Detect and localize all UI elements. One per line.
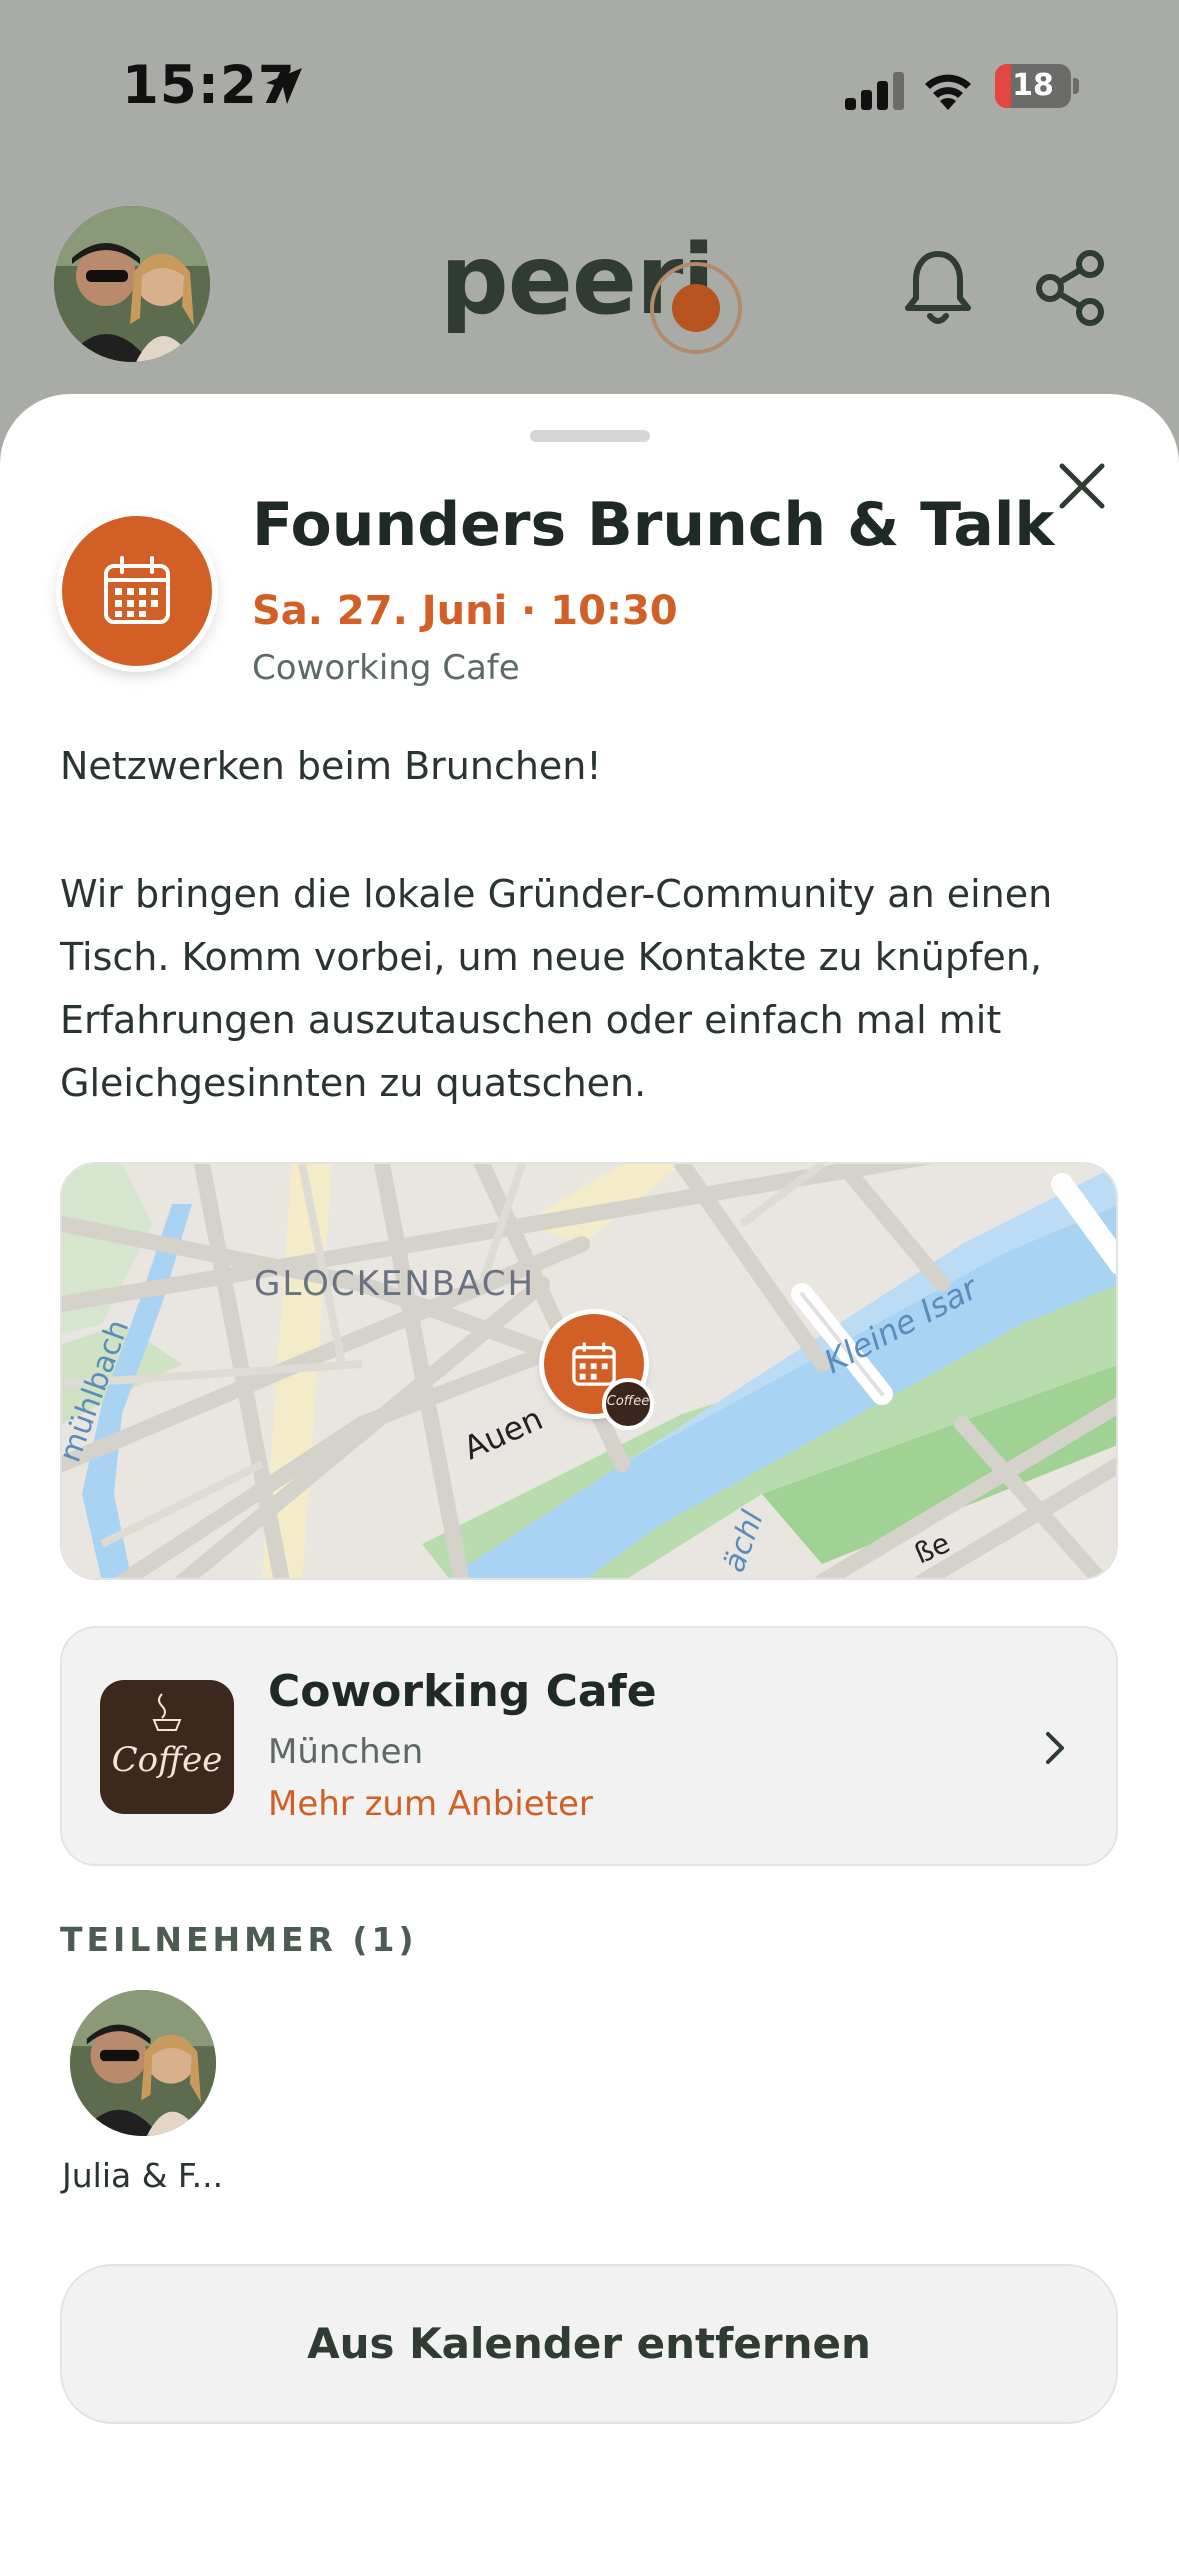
- event-description-line: Netzwerken beim Brunchen!: [60, 744, 602, 788]
- battery-percentage: 18: [1012, 68, 1054, 103]
- remove-from-calendar-label: Aus Kalender entfernen: [307, 2319, 871, 2368]
- close-icon[interactable]: [1054, 458, 1110, 514]
- screen: 15:27 18 peeri Founders Brunch & Talk Sa…: [0, 0, 1179, 2556]
- calendar-icon: [104, 556, 170, 624]
- logo-dot: [650, 262, 742, 354]
- battery-low-icon: 18: [995, 64, 1079, 108]
- event-date: Sa. 27. Juni · 10:30: [252, 588, 678, 634]
- location-arrow-icon: [266, 68, 302, 104]
- provider-card[interactable]: Coffee Coworking Cafe München Mehr zum A…: [60, 1626, 1118, 1866]
- provider-logo-text: Coffee: [111, 1740, 223, 1780]
- coffee-cup-icon: [152, 1693, 182, 1731]
- avatar-photo: [54, 206, 210, 362]
- provider-city: München: [268, 1732, 424, 1772]
- provider-logo: Coffee: [100, 1680, 234, 1814]
- avatar: [70, 1990, 216, 2136]
- map-district-label: GLOCKENBACH: [254, 1264, 536, 1304]
- profile-avatar[interactable]: [54, 206, 210, 362]
- avatar-photo: [70, 1990, 216, 2136]
- participant-item[interactable]: Julia & F...: [60, 1990, 240, 2200]
- event-description-line: Erfahrungen auszutauschen oder einfach m…: [60, 998, 1002, 1042]
- event-description-line: Wir bringen die lokale Gründer-Community…: [60, 872, 1053, 916]
- event-venue: Coworking Cafe: [252, 648, 520, 688]
- provider-more-link[interactable]: Mehr zum Anbieter: [268, 1784, 593, 1824]
- map-provider-badge-text: Coffee: [606, 1394, 650, 1409]
- participants-heading: TEILNEHMER (1): [60, 1920, 418, 1959]
- provider-name: Coworking Cafe: [268, 1666, 657, 1717]
- cellular-signal-icon: [845, 72, 904, 110]
- chevron-right-icon: [1046, 1732, 1064, 1764]
- event-location-map[interactable]: mühlbach Auen Kleine Isar ächl ße GLOCKE…: [60, 1162, 1118, 1580]
- calendar-icon: [572, 1342, 616, 1386]
- event-description-line: Gleichgesinnten zu quatschen.: [60, 1061, 647, 1105]
- map-provider-badge: Coffee: [602, 1378, 654, 1430]
- event-detail-sheet: Founders Brunch & Talk Sa. 27. Juni · 10…: [0, 394, 1179, 2556]
- status-bar: 15:27 18: [0, 0, 1179, 170]
- app-header: peeri: [0, 190, 1179, 390]
- event-calendar-badge: [62, 516, 212, 666]
- sheet-grabber[interactable]: [530, 430, 650, 442]
- event-description-line: Tisch. Komm vorbei, um neue Kontakte zu …: [60, 935, 1042, 979]
- remove-from-calendar-button[interactable]: Aus Kalender entfernen: [60, 2264, 1118, 2424]
- wifi-icon: [925, 74, 971, 110]
- bell-icon[interactable]: [902, 248, 974, 328]
- event-title: Founders Brunch & Talk: [252, 490, 1055, 560]
- participant-name: Julia & F...: [62, 2156, 224, 2195]
- share-icon[interactable]: [1036, 248, 1106, 328]
